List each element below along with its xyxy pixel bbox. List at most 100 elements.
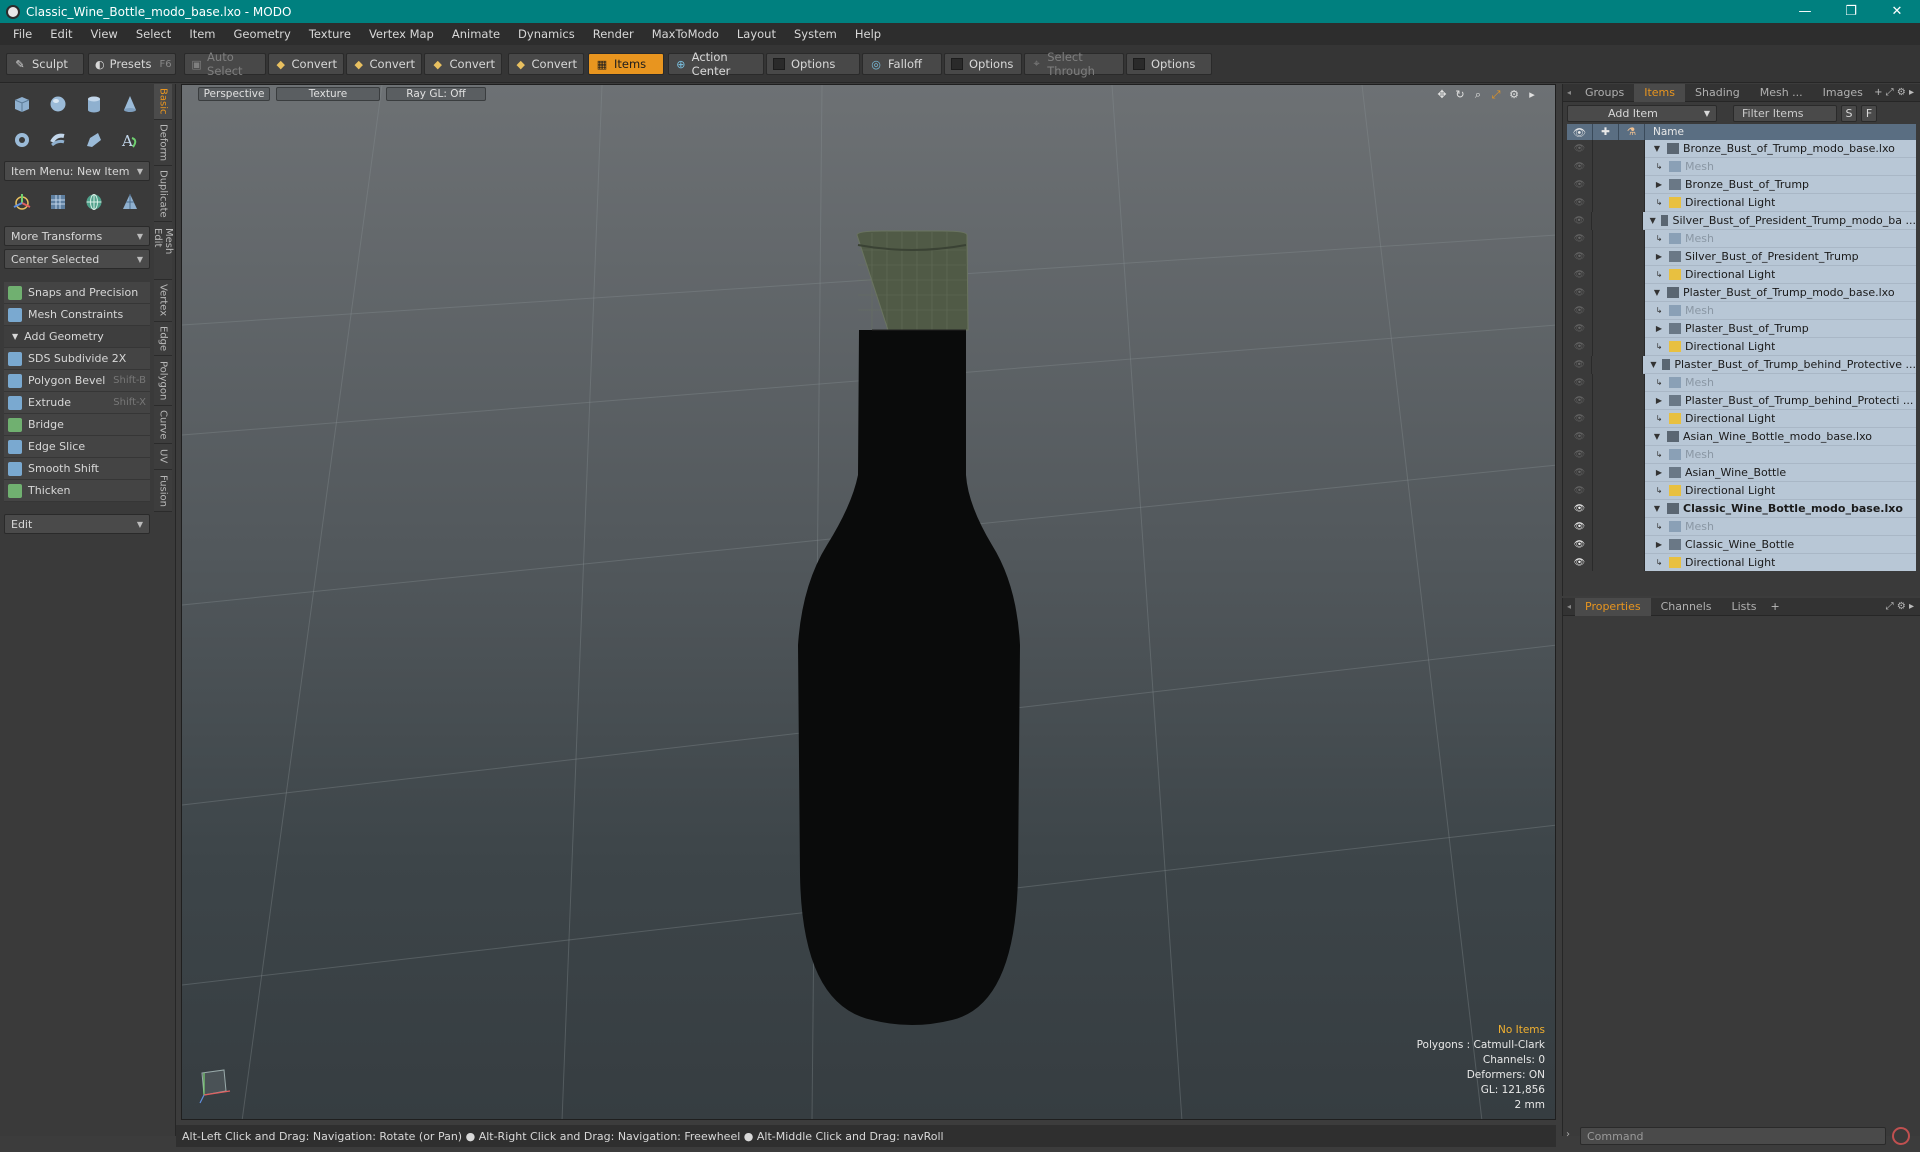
bridge-button[interactable]: Bridge — [4, 414, 150, 436]
item-tree-row[interactable]: 👁 ▼ Silver_Bust_of_President_Trump_modo_ba… — [1567, 211, 1916, 230]
expand-arrow-icon[interactable]: ▼ — [1651, 144, 1663, 153]
menu-texture[interactable]: Texture — [300, 23, 360, 45]
expand-arrow-icon[interactable]: ▶ — [1653, 540, 1665, 549]
torus-primitive-button[interactable] — [4, 123, 40, 157]
s-filter-button[interactable]: S — [1841, 104, 1857, 122]
item-tree-row[interactable]: 👁 ▼ Classic_Wine_Bottle_modo_base.lxo — [1567, 499, 1916, 518]
checkbox-icon[interactable] — [951, 58, 963, 70]
panel-controls-icon[interactable]: + ⤢ ⚙ ▸ — [1874, 87, 1914, 98]
tab-deform[interactable]: Deform — [154, 120, 172, 166]
pan-icon[interactable]: ✥ — [1433, 88, 1451, 102]
sculpt-button[interactable]: ✎ Sculpt — [6, 53, 84, 75]
menu-edit[interactable]: Edit — [41, 23, 81, 45]
tab-uv[interactable]: UV — [154, 444, 172, 470]
item-menu-dropdown[interactable]: Item Menu: New Item ▼ — [4, 161, 150, 181]
rotate-tool-button[interactable] — [76, 185, 112, 219]
sds-subdivide-button[interactable]: SDS Subdivide 2X — [4, 348, 150, 370]
menu-layout[interactable]: Layout — [728, 23, 785, 45]
expand-arrow-icon[interactable]: ▶ — [1653, 468, 1665, 477]
render-column-icon[interactable]: ⚗ — [1619, 124, 1645, 140]
capsule-primitive-button[interactable] — [40, 123, 76, 157]
cylinder-primitive-button[interactable] — [76, 87, 112, 121]
visibility-eye-icon[interactable]: 👁 — [1567, 535, 1593, 554]
visibility-eye-icon[interactable]: 👁 — [1567, 140, 1593, 158]
visibility-column-icon[interactable]: 👁 — [1567, 124, 1593, 140]
add-tab-icon[interactable]: + — [1766, 600, 1779, 613]
f-filter-button[interactable]: F — [1861, 104, 1877, 122]
more-transforms-dropdown[interactable]: More Transforms ▼ — [4, 226, 150, 246]
expand-arrow-icon[interactable]: ▼ — [1649, 216, 1657, 225]
tab-lists[interactable]: Lists — [1722, 598, 1767, 616]
tab-duplicate[interactable]: Duplicate — [154, 166, 172, 222]
item-tree-row[interactable]: 👁 ↳ Directional Light — [1567, 409, 1916, 428]
add-geometry-header[interactable]: ▼ Add Geometry — [4, 326, 150, 348]
select-through-button[interactable]: ⌖ Select Through — [1024, 50, 1124, 78]
thicken-button[interactable]: Thicken — [4, 480, 150, 502]
extrude-button[interactable]: Extrude Shift-X — [4, 392, 150, 414]
panel-controls-icon[interactable]: ⤢ ⚙ ▸ — [1886, 601, 1914, 612]
expand-arrow-icon[interactable]: ▶ — [1653, 252, 1665, 261]
item-tree-row[interactable]: 👁 ▶ Plaster_Bust_of_Trump — [1567, 319, 1916, 338]
tab-properties[interactable]: Properties — [1575, 597, 1651, 616]
expand-arrow-icon[interactable]: ▼ — [1649, 360, 1658, 369]
checkbox-icon[interactable] — [773, 58, 785, 70]
presets-button[interactable]: ◐ Presets F6 — [88, 53, 176, 75]
item-tree-row[interactable]: 👁 ▶ Classic_Wine_Bottle — [1567, 535, 1916, 554]
item-tree-row[interactable]: 👁 ▶ Plaster_Bust_of_Trump_behind_Protecti … — [1567, 391, 1916, 410]
menu-geometry[interactable]: Geometry — [225, 23, 300, 45]
item-tree-row[interactable]: 👁 ↳ Mesh — [1567, 517, 1916, 536]
raygl-toggle-button[interactable]: Ray GL: Off — [386, 87, 486, 101]
edit-dropdown[interactable]: Edit ▼ — [4, 514, 150, 534]
visibility-eye-icon[interactable]: 👁 — [1567, 373, 1593, 392]
expand-arrow-icon[interactable]: ▼ — [1651, 432, 1663, 441]
expand-arrow-icon[interactable]: ▶ — [1653, 180, 1665, 189]
filter-items-input[interactable]: Filter Items — [1733, 104, 1837, 122]
item-tree-row[interactable]: 👁 ↳ Mesh — [1567, 373, 1916, 392]
falloff-options-button[interactable]: Options — [944, 53, 1022, 75]
item-tree-row[interactable]: 👁 ↳ Mesh — [1567, 301, 1916, 320]
tab-curve[interactable]: Curve — [154, 406, 172, 444]
tab-edge[interactable]: Edge — [154, 322, 172, 356]
menu-maxtomodo[interactable]: MaxToModo — [643, 23, 728, 45]
lock-column-icon[interactable]: ✚ — [1593, 124, 1619, 140]
visibility-eye-icon[interactable]: 👁 — [1567, 211, 1593, 230]
cone-primitive-button[interactable] — [112, 87, 148, 121]
item-tree-row[interactable]: 👁 ▼ Plaster_Bust_of_Trump_modo_base.lxo — [1567, 283, 1916, 302]
item-tree-row[interactable]: 👁 ▼ Plaster_Bust_of_Trump_behind_Protectiv… — [1567, 355, 1916, 374]
tab-basic[interactable]: Basic — [154, 84, 172, 120]
item-tree-row[interactable]: 👁 ↳ Directional Light — [1567, 265, 1916, 284]
close-button[interactable]: ✕ — [1874, 0, 1920, 23]
item-tree-row[interactable]: 👁 ▶ Silver_Bust_of_President_Trump — [1567, 247, 1916, 266]
zoom-icon[interactable]: ⌕ — [1469, 88, 1487, 102]
item-tree-row[interactable]: 👁 ↳ Directional Light — [1567, 193, 1916, 212]
record-macro-icon[interactable] — [1892, 1127, 1910, 1145]
auto-select-button[interactable]: ▣ Auto Select — [184, 50, 266, 78]
visibility-eye-icon[interactable]: 👁 — [1567, 247, 1593, 266]
cube-primitive-button[interactable] — [4, 87, 40, 121]
tab-fusion[interactable]: Fusion — [154, 470, 172, 512]
visibility-eye-icon[interactable]: 👁 — [1567, 481, 1593, 500]
tab-items[interactable]: Items — [1634, 83, 1686, 102]
convert-vertices-button[interactable]: ◆ Convert — [268, 53, 344, 75]
menu-view[interactable]: View — [82, 23, 127, 45]
smooth-shift-button[interactable]: Smooth Shift — [4, 458, 150, 480]
visibility-eye-icon[interactable]: 👁 — [1567, 445, 1593, 464]
item-tree-row[interactable]: 👁 ↳ Mesh — [1567, 445, 1916, 464]
command-input[interactable]: Command — [1580, 1127, 1886, 1145]
mesh-constraints-button[interactable]: Mesh Constraints — [4, 304, 150, 326]
snaps-precision-button[interactable]: Snaps and Precision — [4, 282, 150, 304]
visibility-eye-icon[interactable]: 👁 — [1567, 355, 1593, 374]
tab-mesh[interactable]: Mesh ... — [1750, 84, 1813, 102]
tab-channels[interactable]: Channels — [1651, 598, 1722, 616]
rotate-icon[interactable]: ↻ — [1451, 88, 1469, 102]
wine-bottle-mesh[interactable] — [798, 230, 1020, 1025]
item-tree-row[interactable]: 👁 ▼ Asian_Wine_Bottle_modo_base.lxo — [1567, 427, 1916, 446]
sphere-primitive-button[interactable] — [40, 87, 76, 121]
name-column-header[interactable]: Name — [1645, 126, 1684, 138]
menu-help[interactable]: Help — [846, 23, 890, 45]
visibility-eye-icon[interactable]: 👁 — [1567, 391, 1593, 410]
tab-polygon[interactable]: Polygon — [154, 356, 172, 406]
element-move-button[interactable] — [40, 185, 76, 219]
visibility-eye-icon[interactable]: 👁 — [1567, 337, 1593, 356]
item-tree-row[interactable]: 👁 ▶ Asian_Wine_Bottle — [1567, 463, 1916, 482]
